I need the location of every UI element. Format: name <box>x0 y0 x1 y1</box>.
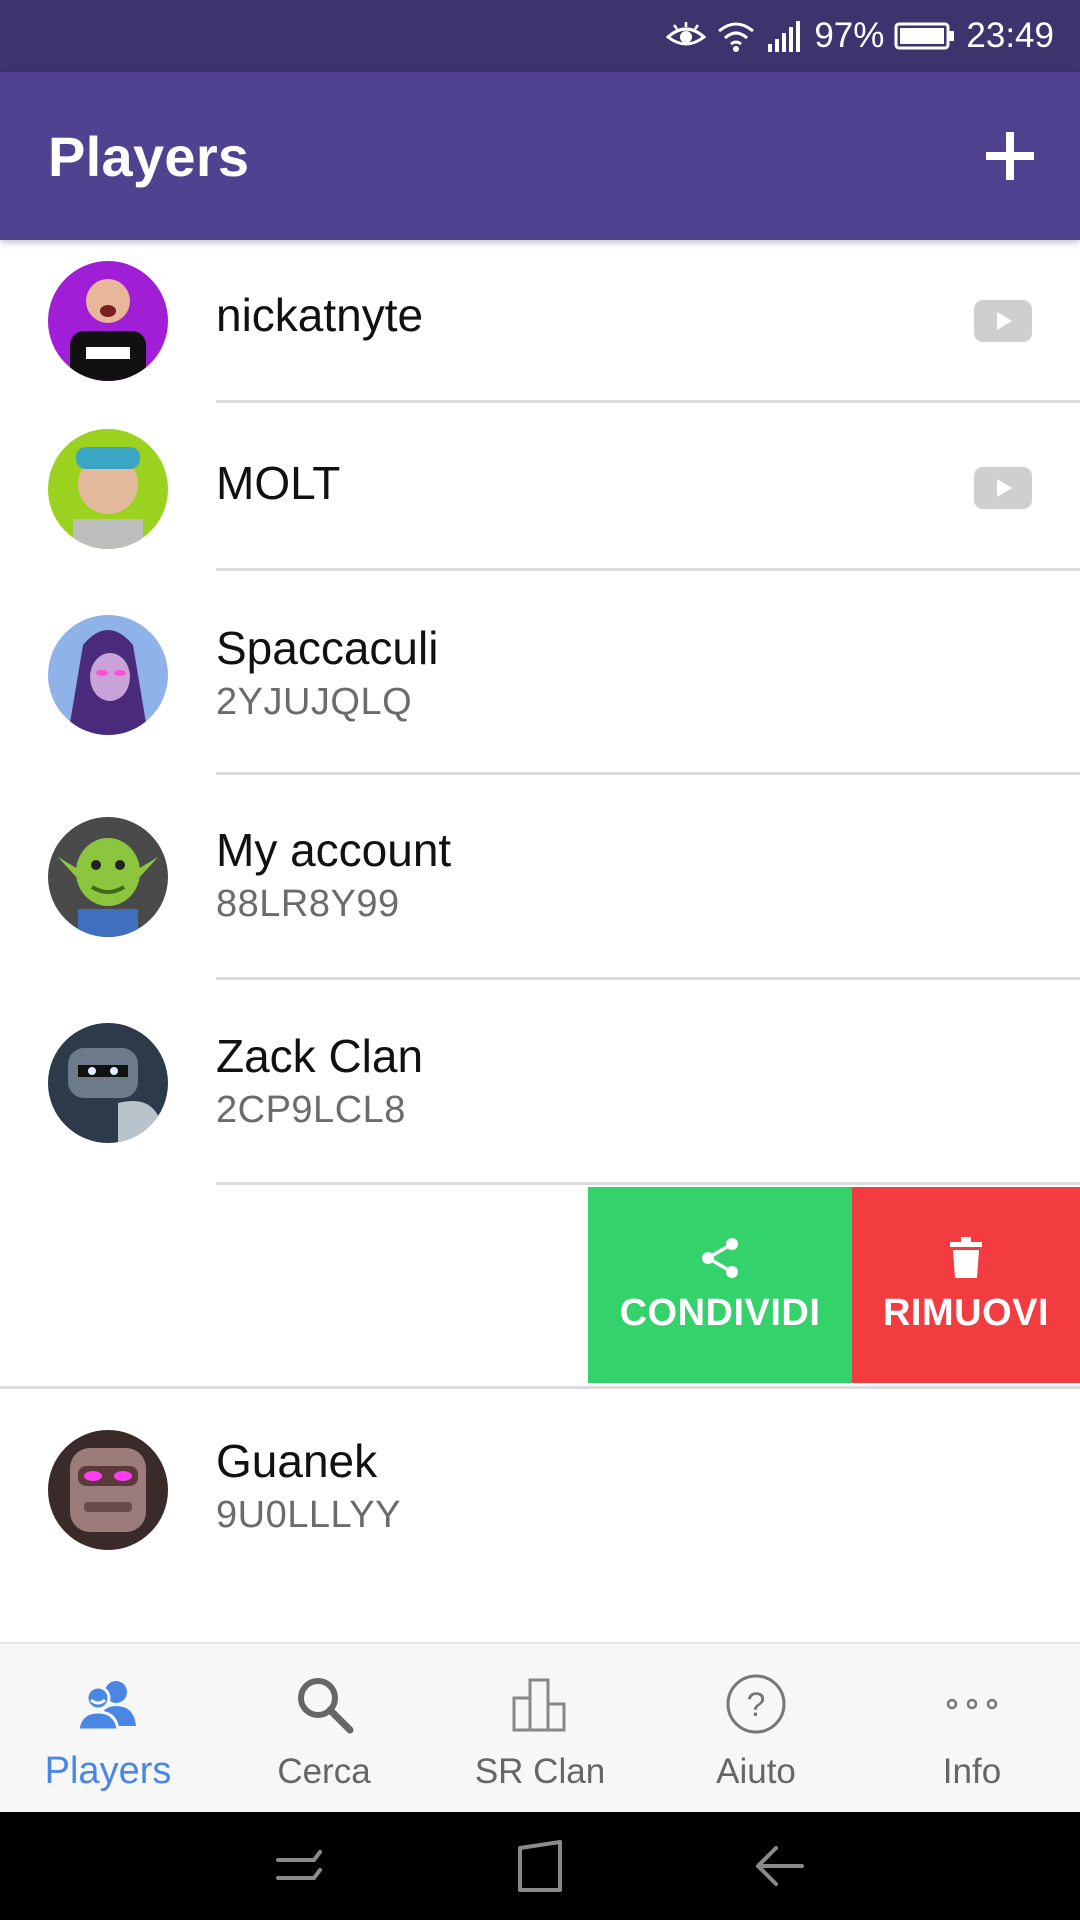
list-item[interactable]: nickatnyte <box>0 240 1080 403</box>
page-title: Players <box>48 125 250 188</box>
player-name: Spaccaculi <box>216 622 439 674</box>
list-item[interactable]: Guanek 9U0LLLYY <box>0 1390 1080 1594</box>
help-icon: ? <box>724 1672 788 1736</box>
list-item[interactable]: My account 88LR8Y99 <box>0 775 1080 980</box>
list-item[interactable]: Spaccaculi 2YJUJQLQ <box>0 571 1080 775</box>
list-item[interactable]: Zack Clan 2CP9LCL8 <box>0 979 1080 1185</box>
system-navigation-bar <box>0 1812 1080 1920</box>
clock: 23:49 <box>966 16 1054 55</box>
svg-text:?: ? <box>747 1686 766 1724</box>
list-item[interactable]: MOLT <box>0 403 1080 571</box>
nav-sr-clan[interactable]: SR Clan <box>432 1644 648 1814</box>
swipe-actions: CONDIVIDI RIMUOVI <box>0 1187 1080 1383</box>
nav-label: Players <box>44 1750 172 1792</box>
more-icon <box>940 1672 1004 1736</box>
share-button[interactable]: CONDIVIDI <box>588 1187 852 1383</box>
nav-label: Cerca <box>277 1752 371 1791</box>
divider <box>216 1182 1080 1185</box>
remove-label: RIMUOVI <box>882 1291 1050 1334</box>
avatar <box>48 1430 168 1550</box>
app-bar: Players <box>0 72 1080 240</box>
users-icon <box>76 1672 140 1736</box>
trash-icon <box>950 1236 982 1278</box>
nav-aiuto[interactable]: ? Aiuto <box>648 1644 864 1814</box>
nav-label: Aiuto <box>716 1752 796 1791</box>
youtube-icon[interactable] <box>974 467 1032 509</box>
share-label: CONDIVIDI <box>619 1291 821 1334</box>
player-name: Zack Clan <box>216 1030 424 1082</box>
avatar <box>48 615 168 735</box>
player-list: nickatnyte MOLT Spaccaculi 2YJUJQLQ My a… <box>0 240 1080 1642</box>
player-name: MOLT <box>216 457 341 509</box>
player-tag: 2CP9LCL8 <box>216 1089 406 1131</box>
nav-info[interactable]: Info <box>864 1644 1080 1814</box>
avatar <box>48 1023 168 1143</box>
status-bar: 97% 23:49 <box>0 0 1080 72</box>
nav-cerca[interactable]: Cerca <box>216 1644 432 1814</box>
share-icon <box>702 1237 738 1278</box>
back-icon[interactable] <box>748 1834 812 1898</box>
remove-button[interactable]: RIMUOVI <box>852 1187 1080 1383</box>
nav-players[interactable]: Players <box>0 1644 216 1814</box>
bottom-navigation: Players Cerca SR Clan ? Aiuto Info <box>0 1642 1080 1812</box>
player-tag: 9U0LLLYY <box>216 1494 401 1536</box>
home-icon[interactable] <box>508 1834 572 1898</box>
avatar <box>48 261 168 381</box>
add-player-button[interactable] <box>974 120 1046 192</box>
player-tag: 2YJUJQLQ <box>216 681 413 723</box>
divider <box>0 1386 1080 1389</box>
player-name: nickatnyte <box>216 289 424 341</box>
avatar <box>48 817 168 937</box>
signal-icon <box>766 20 804 52</box>
nav-label: SR Clan <box>474 1752 606 1791</box>
avatar <box>48 429 168 549</box>
battery-percent: 97% <box>814 16 885 55</box>
player-tag: 88LR8Y99 <box>216 883 400 925</box>
player-name: Guanek <box>216 1435 378 1487</box>
recent-apps-icon[interactable] <box>268 1834 332 1898</box>
search-icon <box>292 1672 356 1736</box>
plus-icon <box>986 132 1034 180</box>
nav-label: Info <box>942 1752 1002 1791</box>
wifi-icon <box>716 19 756 53</box>
eye-comfort-icon <box>666 21 707 51</box>
bar-chart-icon <box>508 1672 572 1736</box>
youtube-icon[interactable] <box>974 300 1032 342</box>
player-name: My account <box>216 824 452 876</box>
battery-icon <box>894 21 956 51</box>
